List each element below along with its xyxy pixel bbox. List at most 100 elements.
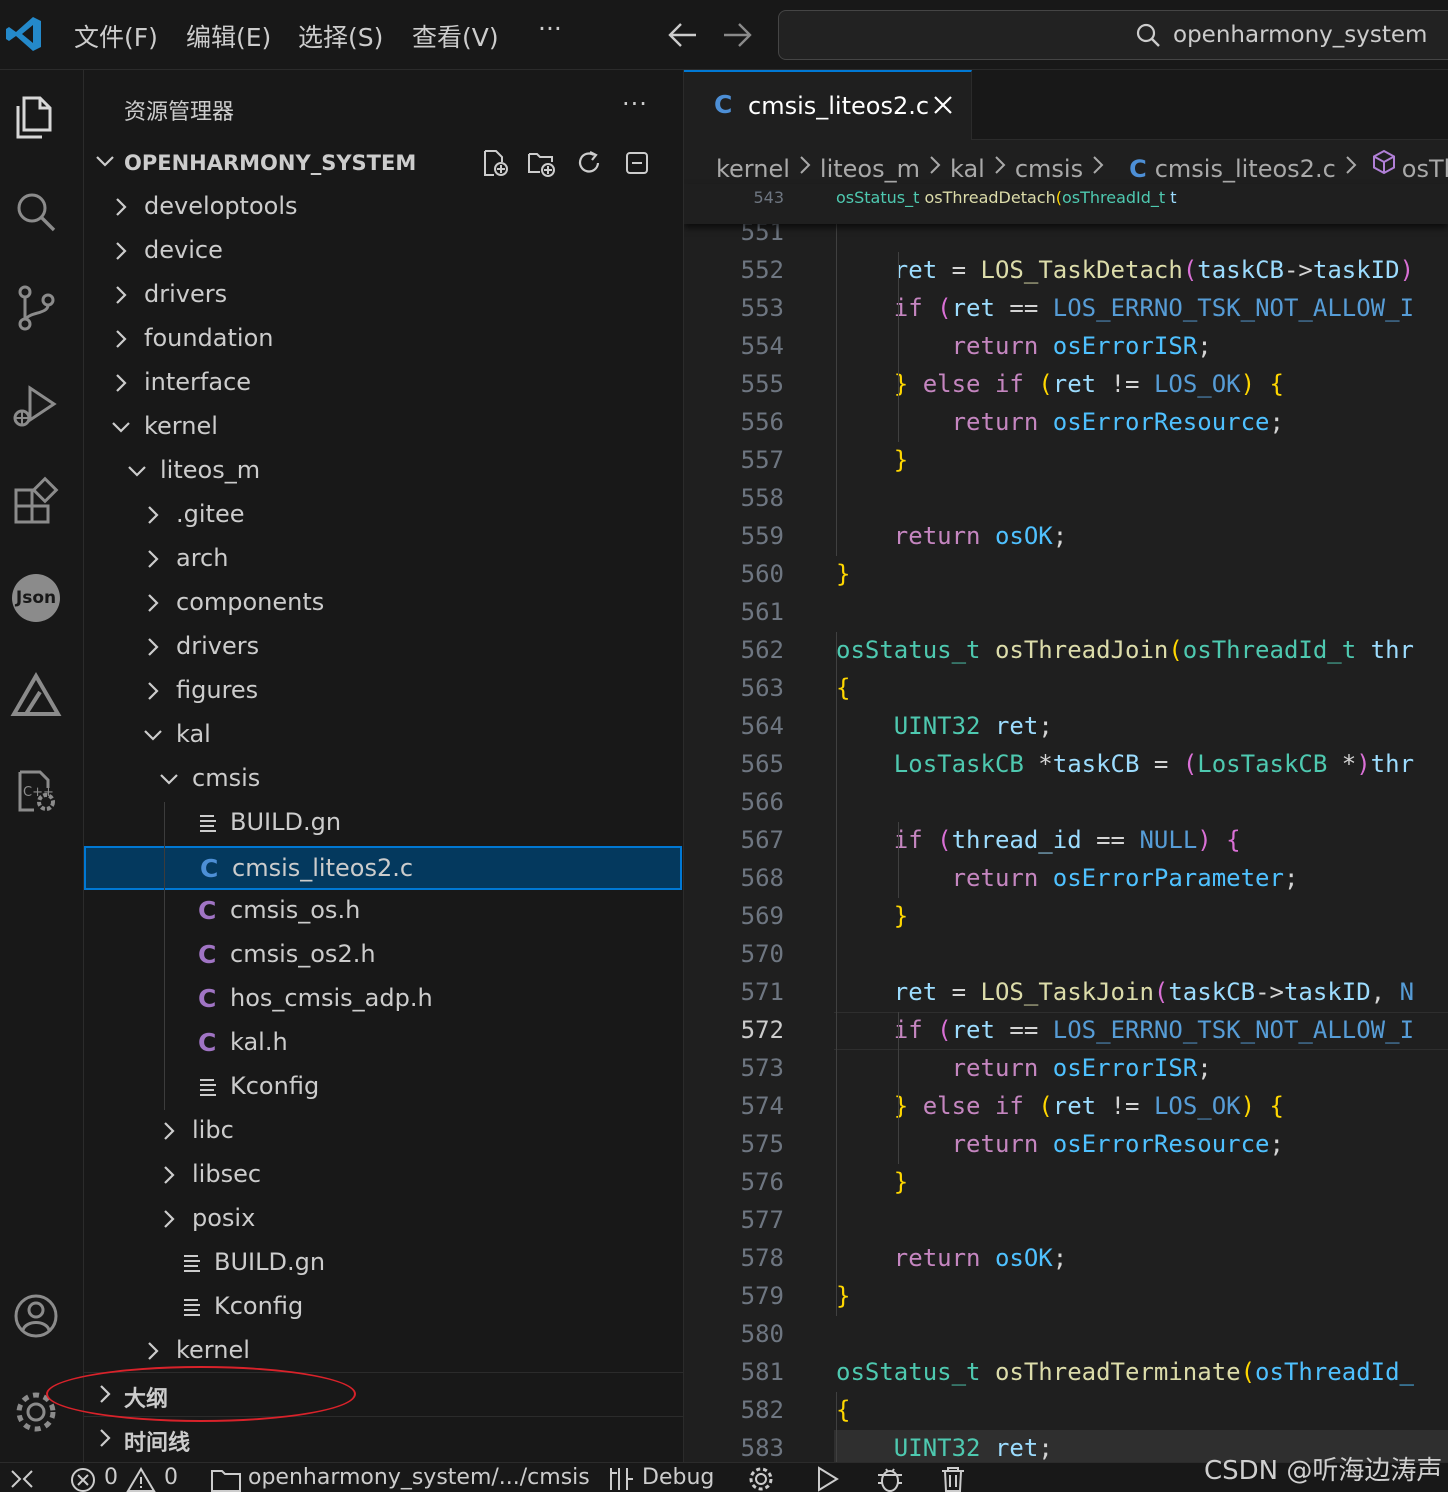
account-icon[interactable] [10, 1290, 62, 1342]
breadcrumb-item[interactable]: osThr [1402, 155, 1448, 183]
tree-file[interactable]: Ccmsis_os2.h [84, 934, 682, 978]
tree-item-label: .gitee [176, 500, 245, 528]
menu-view[interactable]: 查看(V) [412, 18, 499, 54]
tree-folder[interactable]: kernel [84, 406, 682, 450]
cpp-settings-icon[interactable]: C++ [10, 766, 62, 818]
tree-file[interactable]: Ccmsis_liteos2.c [84, 846, 682, 890]
code-line: 570 [684, 936, 1448, 974]
tree-folder[interactable]: drivers [84, 274, 682, 318]
header-file-icon: C [198, 940, 217, 969]
menu-file[interactable]: 文件(F) [74, 18, 158, 54]
new-file-icon[interactable] [480, 148, 510, 178]
workspace-section-header[interactable]: OPENHARMONY_SYSTEM [84, 142, 683, 186]
status-path[interactable]: openharmony_system/.../cmsis [248, 1465, 590, 1490]
code-text: return osErrorResource; [951, 1130, 1284, 1158]
deveco-icon[interactable] [10, 670, 62, 722]
tree-item-label: interface [144, 368, 252, 396]
command-center[interactable]: openharmony_system [778, 10, 1448, 60]
tree-folder[interactable]: drivers [84, 626, 682, 670]
close-icon[interactable] [932, 94, 954, 116]
menu-selection[interactable]: 选择(S) [298, 18, 383, 54]
sidebar-more-button[interactable]: ··· [622, 90, 648, 118]
error-count[interactable]: 0 [104, 1465, 118, 1490]
tree-folder[interactable]: foundation [84, 318, 682, 362]
line-number: 563 [740, 674, 784, 702]
tree-file[interactable]: BUILD.gn [84, 1242, 682, 1286]
breadcrumb-item[interactable]: liteos_m [820, 155, 920, 183]
editor-area: C cmsis_liteos2.c kernel liteos_m kal cmsis… [684, 70, 1448, 1462]
chevron-right-icon [116, 198, 127, 216]
tree-folder[interactable]: device [84, 230, 682, 274]
chevron-right-icon [930, 156, 941, 174]
line-number: 560 [740, 560, 784, 588]
gear-icon[interactable] [746, 1465, 776, 1492]
tab-cmsis-liteos2[interactable]: C cmsis_liteos2.c [684, 70, 972, 140]
tree-folder[interactable]: interface [84, 362, 682, 406]
tree-folder[interactable]: kal [84, 714, 682, 758]
explorer-icon[interactable] [10, 90, 62, 142]
tree-folder[interactable]: posix [84, 1198, 682, 1242]
back-arrow-icon[interactable] [666, 20, 700, 50]
run-debug-icon[interactable] [10, 380, 62, 432]
tree-folder[interactable]: components [84, 582, 682, 626]
tree-folder[interactable]: libsec [84, 1154, 682, 1198]
breadcrumb-item[interactable]: kal [950, 155, 985, 183]
warning-count[interactable]: 0 [164, 1465, 178, 1490]
refresh-icon[interactable] [574, 148, 604, 178]
run-icon[interactable] [812, 1465, 842, 1492]
chevron-right-icon [148, 1342, 159, 1360]
tree-file[interactable]: BUILD.gn [84, 802, 682, 846]
code-line: 576 } [684, 1164, 1448, 1202]
folder-icon [211, 1470, 241, 1492]
chevron-right-icon [148, 506, 159, 524]
tree-folder[interactable]: cmsis [84, 758, 682, 802]
tree-item-label: developtools [144, 192, 298, 220]
trash-icon[interactable] [938, 1465, 968, 1492]
timeline-section-header[interactable]: 时间线 [84, 1416, 683, 1460]
menu-edit[interactable]: 编辑(E) [186, 18, 271, 54]
tree-folder[interactable]: libc [84, 1110, 682, 1154]
tree-folder[interactable]: .gitee [84, 494, 682, 538]
bug-icon[interactable] [874, 1465, 906, 1492]
workspace-name: OPENHARMONY_SYSTEM [124, 151, 417, 175]
forward-arrow-icon[interactable] [720, 20, 754, 50]
explorer-sidebar: 资源管理器 ··· OPENHARMONY_SYSTEM developtool… [84, 70, 684, 1462]
collapse-all-icon[interactable] [622, 148, 652, 178]
tree-file[interactable]: Kconfig [84, 1066, 682, 1110]
chevron-down-icon [128, 466, 146, 477]
breadcrumb-item[interactable]: kernel [716, 155, 790, 183]
tree-folder[interactable]: figures [84, 670, 682, 714]
tree-folder[interactable]: liteos_m [84, 450, 682, 494]
search-icon[interactable] [10, 186, 62, 238]
tree-item-label: BUILD.gn [214, 1248, 326, 1276]
breadcrumb-item[interactable]: cmsis [1015, 155, 1083, 183]
code-text: UINT32 ret; [893, 712, 1053, 740]
tree-item-label: drivers [144, 280, 228, 308]
tree-item-label: cmsis_os2.h [230, 940, 376, 968]
tree-folder[interactable]: developtools [84, 186, 682, 230]
breadcrumb-item[interactable]: cmsis_liteos2.c [1155, 155, 1336, 183]
code-line: 573 return osErrorISR; [684, 1050, 1448, 1088]
remote-icon[interactable] [8, 1467, 36, 1491]
source-control-icon[interactable] [10, 282, 62, 334]
search-icon [1136, 23, 1160, 47]
code-line: 556 return osErrorResource; [684, 404, 1448, 442]
json-icon[interactable]: Json [12, 574, 60, 622]
debug-label[interactable]: Debug [642, 1465, 714, 1490]
code-line: 552 ret = LOS_TaskDetach(taskCB->taskID) [684, 252, 1448, 290]
code-text: return osOK; [893, 522, 1068, 550]
tree-file[interactable]: Ckal.h [84, 1022, 682, 1066]
sticky-scroll-header[interactable]: 543 osStatus_t osThreadDetach(osThreadId… [684, 184, 1448, 224]
tree-file[interactable]: Kconfig [84, 1286, 682, 1330]
code-line: 581 osStatus_t osThreadTerminate(osThread… [684, 1354, 1448, 1392]
new-folder-icon[interactable] [526, 148, 556, 178]
menu-more[interactable]: ··· [538, 14, 562, 43]
header-file-icon: C [198, 1028, 217, 1057]
tree-file[interactable]: Chos_cmsis_adp.h [84, 978, 682, 1022]
indent-guide [898, 860, 899, 898]
line-number: 574 [740, 1092, 784, 1120]
tree-folder[interactable]: arch [84, 538, 682, 582]
line-number: 562 [740, 636, 784, 664]
tree-file[interactable]: Ccmsis_os.h [84, 890, 682, 934]
extensions-icon[interactable] [10, 476, 62, 528]
